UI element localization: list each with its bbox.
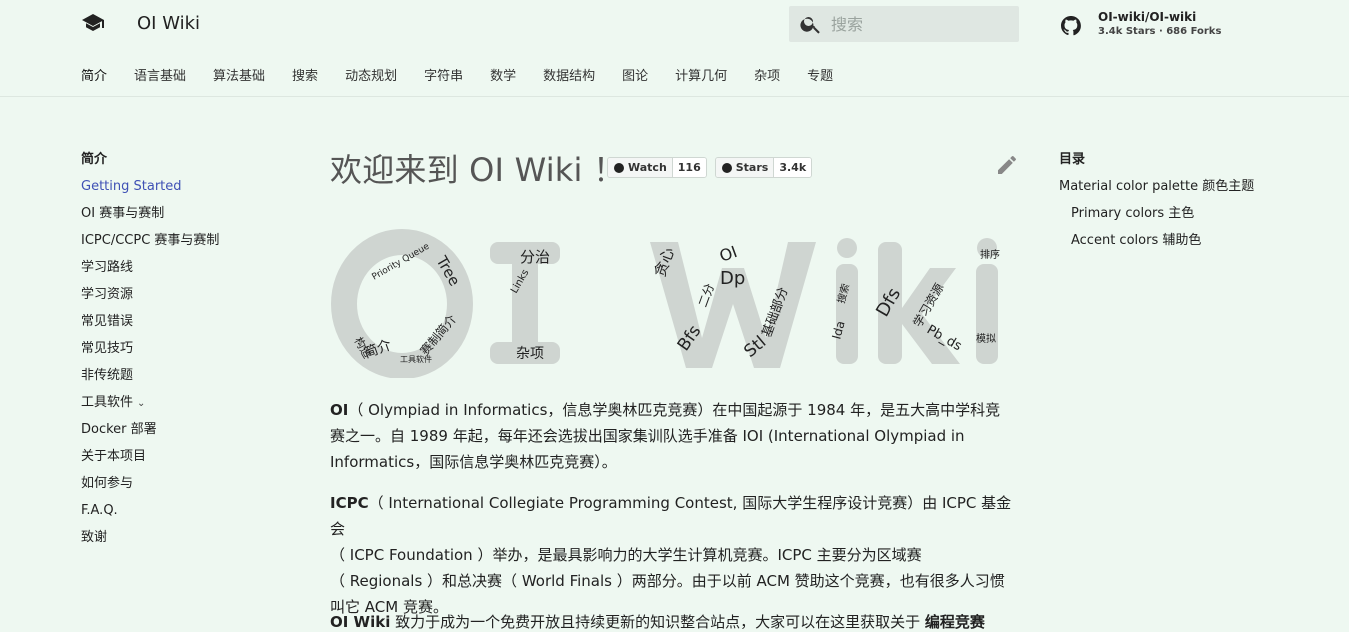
nav-item-about[interactable]: 关于本项目 [81,449,281,476]
paragraph-icpc: ICPC（ International Collegiate Programmi… [330,490,1020,620]
tab-dp[interactable]: 动态规划 [345,65,397,84]
toc-item-primary[interactable]: Primary colors 主色 [1059,206,1319,233]
tab-language[interactable]: 语言基础 [134,65,186,84]
stars-count: 3.4k [773,158,812,177]
tab-misc[interactable]: 杂项 [754,65,780,84]
top-tabs: 简介 语言基础 算法基础 搜索 动态规划 字符串 数学 数据结构 图论 计算几何… [81,65,860,84]
nav-item-getting-started[interactable]: Getting Started [81,179,281,206]
stars-badge[interactable]: Stars 3.4k [714,157,813,178]
tab-intro[interactable]: 简介 [81,65,107,84]
nav-item-common-errors[interactable]: 常见错误 [81,314,281,341]
watch-count: 116 [671,158,706,177]
para-text: （ Olympiad in Informatics，信息学奥林匹克竞赛）在中国起… [348,401,1001,419]
watch-badge[interactable]: Watch 116 [607,157,707,178]
github-icon [614,162,624,173]
graduation-cap-icon[interactable] [81,11,105,35]
nav-item-roadmap[interactable]: 学习路线 [81,260,281,287]
para-bold-end: 编程竞赛 [924,613,985,631]
para-lead: ICPC [330,494,369,512]
nav-item-resources[interactable]: 学习资源 [81,287,281,314]
oi-wiki-word-cloud: Tree 分治 Priority Queue Links 简介 赛制简介 杂项 … [331,229,1000,378]
nav-item-common-tricks[interactable]: 常见技巧 [81,341,281,368]
para-text: Informatics，国际信息学奥林匹克竞赛）。 [330,453,617,471]
tab-math[interactable]: 数学 [490,65,516,84]
cloud-word: 分治 [520,248,550,266]
nav-item-docker[interactable]: Docker 部署 [81,422,281,449]
stars-label: Stars [735,161,769,174]
search-box[interactable] [789,6,1019,42]
sidebar-nav: 简介 Getting Started OI 赛事与赛制 ICPC/CCPC 赛事… [81,152,281,557]
stars-badge-label: Stars [715,158,774,177]
github-icon [721,162,732,173]
cloud-word: Dp [720,268,745,289]
cloud-word: 模拟 [976,332,996,345]
para-text: （ Regionals ）和总决赛（ World Finals ）两部分。由于以… [330,572,1005,590]
table-of-contents: 目录 Material color palette 颜色主题 Primary c… [1059,152,1319,260]
watch-badge-label: Watch [608,158,672,177]
cloud-word: 杂项 [516,346,544,362]
para-text: 致力于成为一个免费开放且持续更新的知识整合站点，大家可以在这里获取关于 [390,613,925,631]
tab-string[interactable]: 字符串 [424,65,463,84]
toc-item-accent[interactable]: Accent colors 辅助色 [1059,233,1319,260]
paragraph-oi: OI（ Olympiad in Informatics，信息学奥林匹克竞赛）在中… [330,397,1020,475]
github-icon [1061,16,1081,36]
nav-item-non-traditional[interactable]: 非传统题 [81,368,281,395]
para-text: 赛之一。自 1989 年起，每年还会选拔出国家集训队选手准备 IOI (Inte… [330,427,965,445]
site-header: OI Wiki OI-wiki/OI-wiki 3.4k Stars · 686… [0,0,1349,97]
toc-item-palette[interactable]: Material color palette 颜色主题 [1059,179,1319,206]
cloud-word: 排序 [980,248,1000,261]
page-title: 欢迎来到 OI Wiki ！ [330,151,626,189]
nav-item-faq[interactable]: F.A.Q. [81,503,281,530]
para-lead: OI [330,401,349,419]
nav-item-tools[interactable]: 工具软件 ⌄ [81,395,281,422]
nav-item-thanks[interactable]: 致谢 [81,530,281,557]
nav-item-oi-contests[interactable]: OI 赛事与赛制 [81,206,281,233]
edit-pencil-icon[interactable] [995,153,1019,177]
nav-section-title: 简介 [81,152,108,167]
chevron-down-icon[interactable]: ⌄ [137,396,145,412]
cloud-word: 工具软件 [400,354,432,364]
cloud-word: OI [717,242,740,266]
nav-item-tools-label: 工具软件 [81,395,134,410]
para-lead: OI Wiki [330,613,391,631]
search-input[interactable] [831,6,1011,42]
tab-topic[interactable]: 专题 [807,65,833,84]
repo-name: OI-wiki/OI-wiki [1098,10,1197,24]
toc-title: 目录 [1059,152,1086,167]
site-title[interactable]: OI Wiki [137,13,200,34]
nav-item-icpc-contests[interactable]: ICPC/CCPC 赛事与赛制 [81,233,281,260]
tab-geometry[interactable]: 计算几何 [675,65,727,84]
tab-basics[interactable]: 算法基础 [213,65,265,84]
search-icon [800,17,820,34]
paragraph-oiwiki: OI Wiki 致力于成为一个免费开放且持续更新的知识整合站点，大家可以在这里获… [330,609,1020,632]
watch-label: Watch [628,161,667,174]
tab-ds[interactable]: 数据结构 [543,65,595,84]
para-text: （ International Collegiate Programming C… [330,494,1012,538]
para-text: （ ICPC Foundation ）举办，是最具影响力的大学生计算机竞赛。IC… [330,546,922,564]
tab-graph[interactable]: 图论 [622,65,648,84]
nav-item-contribute[interactable]: 如何参与 [81,476,281,503]
repo-stats: 3.4k Stars · 686 Forks [1098,26,1222,37]
github-badges: Watch 116 Stars 3.4k [607,157,813,178]
tab-search[interactable]: 搜索 [292,65,318,84]
